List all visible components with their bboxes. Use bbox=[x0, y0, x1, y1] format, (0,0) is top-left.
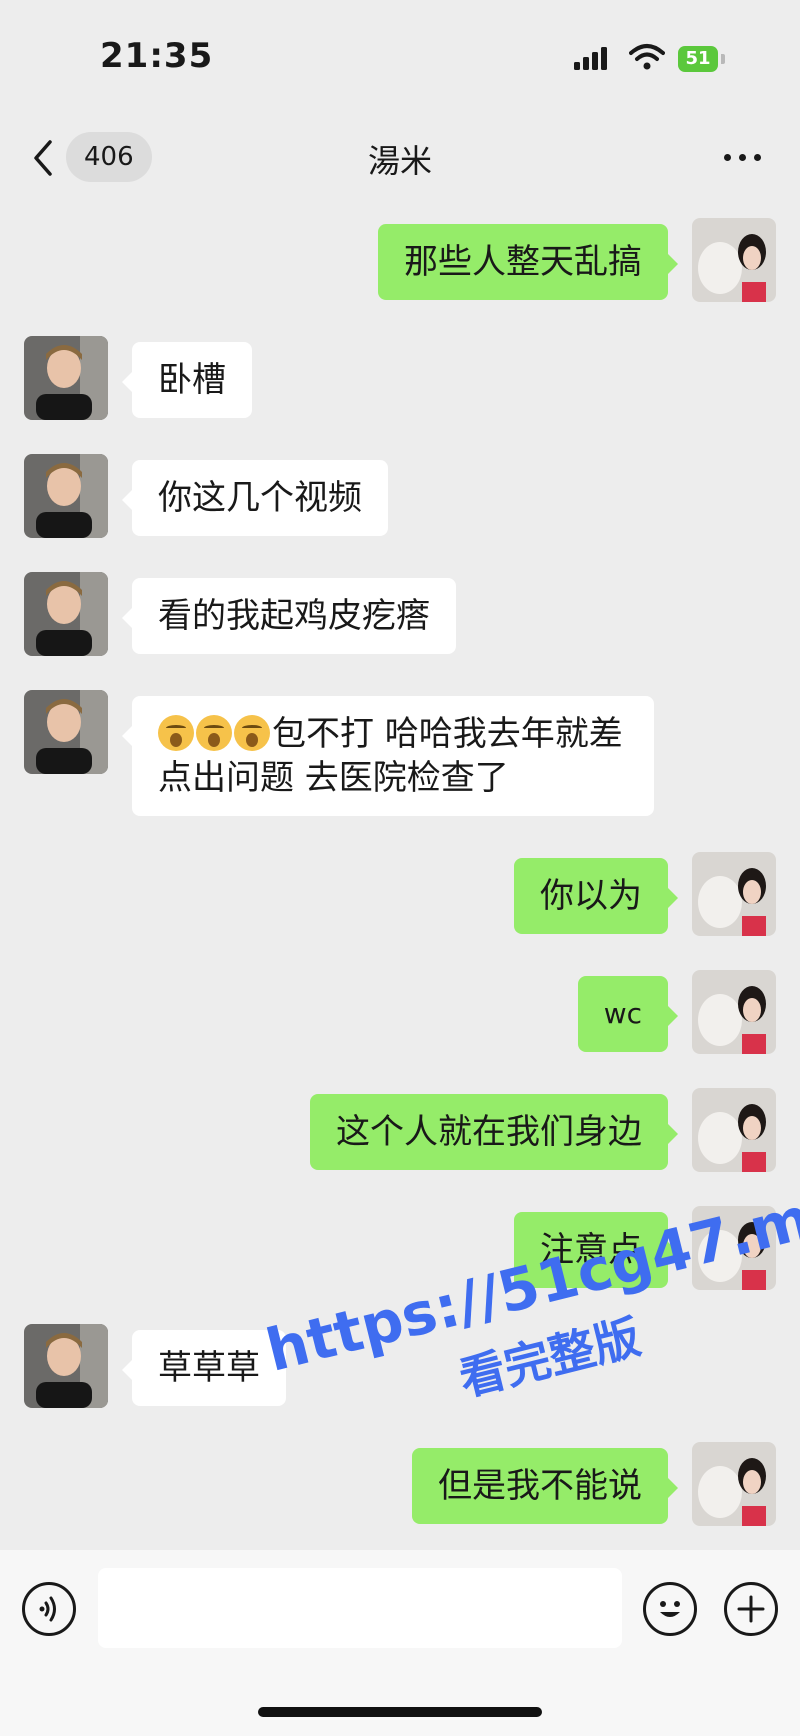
message-bubble-sent[interactable]: 但是我不能说 bbox=[412, 1448, 678, 1524]
chat-header: 406 湯米 bbox=[0, 118, 800, 210]
avatar-contact[interactable] bbox=[24, 454, 108, 538]
message-text-line1: 包不打 哈哈我去年就差 bbox=[272, 714, 623, 754]
status-time: 21:35 bbox=[100, 36, 214, 76]
message-list[interactable]: 那些人整天乱搞 卧槽 你这几个视频 看的我起鸡皮疙瘩 包不打 哈哈我去年就差 点… bbox=[0, 210, 800, 1550]
avatar-self[interactable] bbox=[692, 970, 776, 1054]
message-bubble-received[interactable]: 草草草 bbox=[122, 1330, 286, 1406]
avatar-contact[interactable] bbox=[24, 690, 108, 774]
message-bubble-sent[interactable]: 这个人就在我们身边 bbox=[310, 1094, 678, 1170]
cellular-signal-icon bbox=[574, 47, 607, 70]
message-bubble-sent[interactable]: wc bbox=[577, 976, 679, 1052]
message-bubble-sent[interactable]: 那些人整天乱搞 bbox=[378, 224, 678, 300]
message-input[interactable] bbox=[98, 1568, 622, 1648]
shocked-emoji-icon bbox=[158, 715, 194, 751]
battery-indicator: 51 bbox=[678, 46, 726, 72]
avatar-contact[interactable] bbox=[24, 1324, 108, 1408]
emoji-icon[interactable] bbox=[643, 1582, 697, 1636]
chat-title: 湯米 bbox=[367, 142, 432, 180]
plus-icon[interactable] bbox=[724, 1582, 778, 1636]
wifi-icon bbox=[629, 44, 665, 70]
message-bubble-received[interactable]: 包不打 哈哈我去年就差 点出问题 去医院检查了 bbox=[122, 696, 654, 816]
shocked-emoji-icon bbox=[196, 715, 232, 751]
message-bubble-received[interactable]: 卧槽 bbox=[122, 342, 252, 418]
message-bubble-received[interactable]: 你这几个视频 bbox=[122, 460, 388, 536]
avatar-self[interactable] bbox=[692, 218, 776, 302]
avatar-self[interactable] bbox=[692, 1088, 776, 1172]
avatar-self[interactable] bbox=[692, 1206, 776, 1290]
avatar-contact[interactable] bbox=[24, 572, 108, 656]
status-bar: 21:35 51 bbox=[0, 0, 800, 118]
battery-tip bbox=[721, 54, 725, 64]
battery-level: 51 bbox=[678, 46, 718, 72]
shocked-emoji-icon bbox=[234, 715, 270, 751]
message-bubble-received[interactable]: 看的我起鸡皮疙瘩 bbox=[122, 578, 456, 654]
avatar-self[interactable] bbox=[692, 852, 776, 936]
avatar-contact[interactable] bbox=[24, 336, 108, 420]
input-bar bbox=[0, 1550, 800, 1736]
more-dots-icon[interactable] bbox=[718, 140, 768, 174]
message-text-line2: 点出问题 去医院检查了 bbox=[158, 758, 509, 798]
avatar-self[interactable] bbox=[692, 1442, 776, 1526]
home-indicator[interactable] bbox=[258, 1707, 542, 1717]
message-bubble-sent[interactable]: 你以为 bbox=[514, 858, 678, 934]
message-bubble-sent[interactable]: 注意点 bbox=[514, 1212, 678, 1288]
voice-icon[interactable] bbox=[22, 1582, 76, 1636]
